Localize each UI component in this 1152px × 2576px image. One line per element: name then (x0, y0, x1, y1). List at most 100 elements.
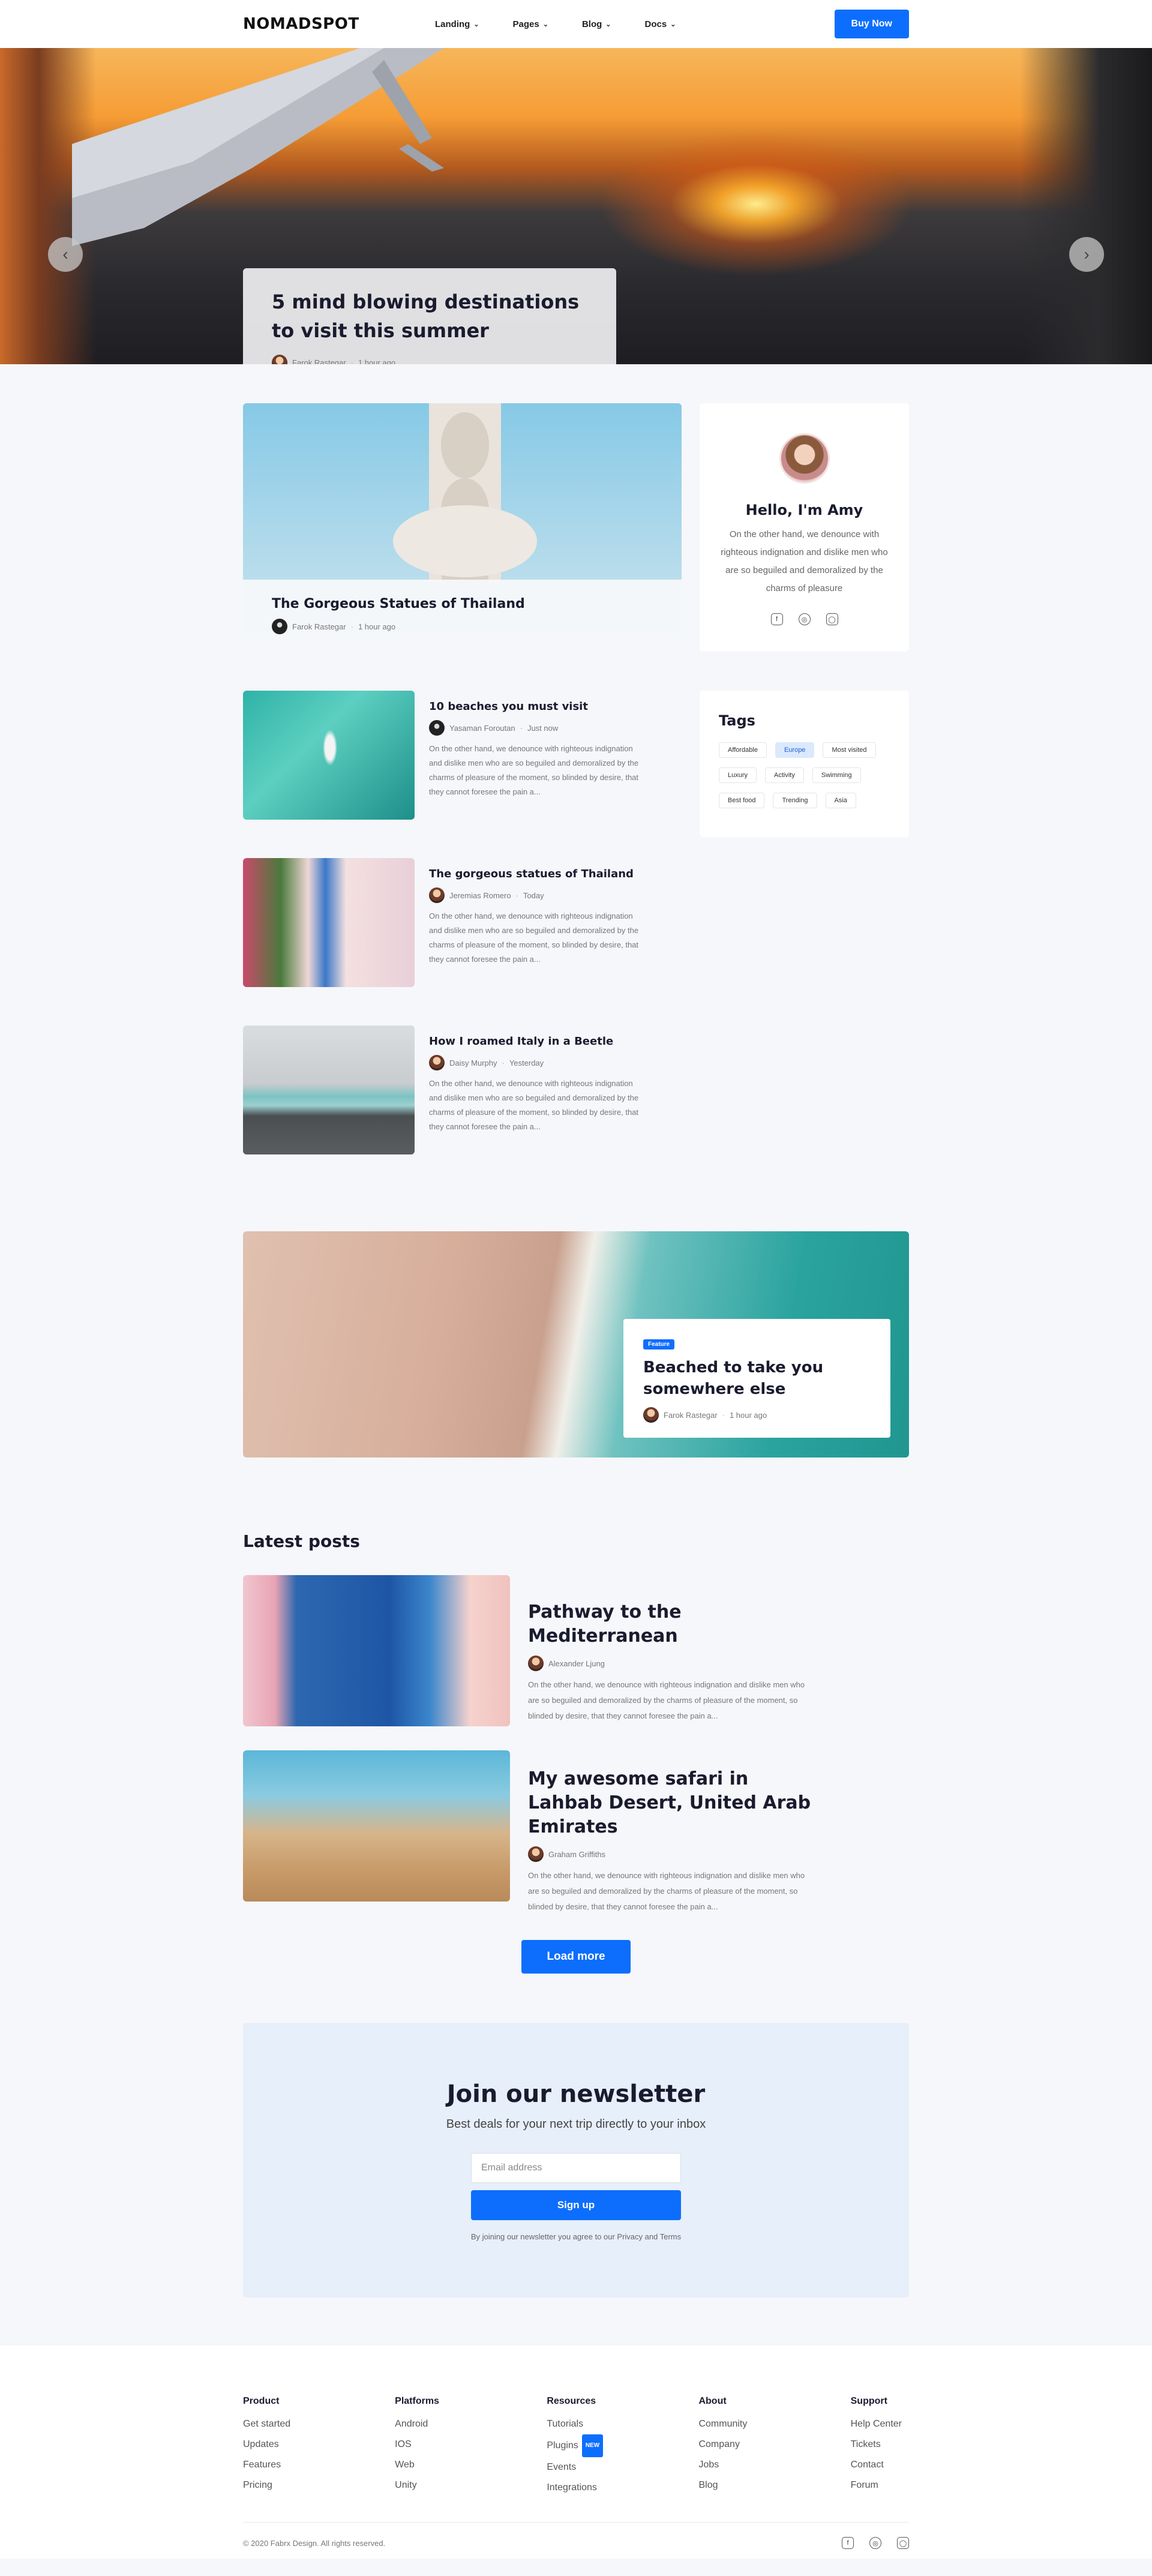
hero-post-title[interactable]: 5 mind blowing destinations to visit thi… (272, 287, 587, 345)
tag-asia[interactable]: Asia (825, 793, 856, 808)
instagram-icon[interactable]: ◯ (897, 2537, 909, 2549)
post-meta: Farok Rastegar · 1 hour ago (272, 619, 653, 634)
feature-post-card: Feature Beached to take you somewhere el… (623, 1319, 890, 1438)
chevron-right-icon[interactable]: › (1069, 237, 1104, 272)
article-thumbnail[interactable] (243, 1025, 415, 1154)
post-title[interactable]: Pathway to the Mediterranean (528, 1600, 816, 1648)
feature-post-title[interactable]: Beached to take you somewhere else (643, 1357, 835, 1400)
list-item[interactable]: 10 beaches you must visit Yasaman Forout… (243, 691, 682, 820)
footer-heading: Platforms (395, 2396, 439, 2406)
tag-best-food[interactable]: Best food (719, 793, 765, 808)
tag-europe[interactable]: Europe (775, 742, 815, 758)
tags-widget: Tags Affordable Europe Most visited Luxu… (700, 691, 909, 837)
post-thumbnail[interactable] (243, 1575, 510, 1726)
dribbble-icon[interactable]: ◎ (869, 2537, 881, 2549)
footer-link[interactable]: Tutorials (547, 2414, 698, 2434)
airplane-wing-image (72, 48, 444, 246)
footer-link[interactable]: Get started (243, 2414, 395, 2434)
footer-link[interactable]: Features (243, 2455, 395, 2475)
nav-blog[interactable]: Blog ⌄ (582, 19, 611, 29)
facebook-icon[interactable]: f (842, 2537, 854, 2549)
nav-label: Landing (435, 19, 470, 29)
new-badge: NEW (581, 2434, 604, 2457)
footer-link[interactable]: Android (395, 2414, 547, 2434)
nav-docs[interactable]: Docs ⌄ (645, 19, 676, 29)
footer-link[interactable]: Contact (851, 2455, 909, 2475)
buy-now-button[interactable]: Buy Now (834, 10, 909, 38)
facebook-icon[interactable]: f (770, 613, 783, 625)
footer-link[interactable]: Forum (851, 2475, 909, 2496)
list-item[interactable]: How I roamed Italy in a Beetle Daisy Mur… (243, 1025, 682, 1154)
tag-swimming[interactable]: Swimming (812, 767, 861, 783)
author-name[interactable]: Farok Rastegar (292, 622, 346, 631)
author-name[interactable]: Farok Rastegar (664, 1411, 718, 1420)
article-thumbnail[interactable] (243, 858, 415, 987)
latest-posts-title: Latest posts (243, 1531, 360, 1551)
footer-link[interactable]: Integrations (547, 2478, 698, 2498)
footer-link[interactable]: Company (698, 2434, 850, 2455)
profile-greeting: Hello, I'm Amy (745, 502, 863, 518)
dribbble-icon[interactable]: ◎ (798, 613, 811, 625)
footer-link[interactable]: Tickets (851, 2434, 909, 2455)
post-thumbnail[interactable] (243, 1750, 510, 1902)
footer-link[interactable]: Web (395, 2455, 547, 2475)
featured-post[interactable]: The Gorgeous Statues of Thailand Farok R… (243, 403, 682, 652)
sign-up-button[interactable]: Sign up (471, 2190, 681, 2220)
footer-column-about: About Community Company Jobs Blog (698, 2396, 850, 2498)
chevron-left-icon[interactable]: ‹ (48, 237, 83, 272)
nav-landing[interactable]: Landing ⌄ (435, 19, 479, 29)
post-meta: Alexander Ljung (528, 1656, 816, 1671)
avatar (429, 887, 445, 903)
featured-post-card: The Gorgeous Statues of Thailand Farok R… (243, 580, 682, 652)
post-title[interactable]: My awesome safari in Lahbab Desert, Unit… (528, 1767, 816, 1839)
author-name[interactable]: Daisy Murphy (449, 1058, 497, 1067)
nav-pages[interactable]: Pages ⌄ (513, 19, 548, 29)
article-title[interactable]: How I roamed Italy in a Beetle (429, 1035, 645, 1048)
tag-affordable[interactable]: Affordable (719, 742, 767, 758)
author-name[interactable]: Yasaman Foroutan (449, 724, 515, 733)
avatar (643, 1407, 659, 1423)
footer-link[interactable]: Events (547, 2457, 698, 2478)
list-item[interactable]: The gorgeous statues of Thailand Jeremia… (243, 858, 682, 987)
featured-post-title[interactable]: The Gorgeous Statues of Thailand (272, 596, 653, 611)
instagram-icon[interactable]: ◯ (826, 613, 838, 625)
avatar (429, 1055, 445, 1070)
hero-post-card[interactable]: 5 mind blowing destinations to visit thi… (243, 268, 616, 364)
footer-column-product: Product Get started Updates Features Pri… (243, 2396, 395, 2498)
author-name[interactable]: Jeremias Romero (449, 891, 511, 900)
tag-list: Affordable Europe Most visited Luxury Ac… (719, 742, 881, 808)
feature-banner[interactable]: Feature Beached to take you somewhere el… (243, 1231, 909, 1458)
post-time: Yesterday (509, 1058, 544, 1067)
main-content: The Gorgeous Statues of Thailand Farok R… (243, 403, 909, 2298)
article-title[interactable]: The gorgeous statues of Thailand (429, 868, 645, 880)
footer-link-label: Plugins (547, 2440, 578, 2451)
site-logo[interactable]: NOMADSPOT (243, 15, 435, 33)
footer-link[interactable]: Updates (243, 2434, 395, 2455)
load-more-button[interactable]: Load more (521, 1940, 631, 1974)
footer-link[interactable]: Blog (698, 2475, 850, 2496)
footer-link-plugins[interactable]: Plugins NEW (547, 2434, 698, 2457)
footer-link[interactable]: Unity (395, 2475, 547, 2496)
footer-link[interactable]: Help Center (851, 2414, 909, 2434)
article-excerpt: On the other hand, we denounce with righ… (429, 911, 639, 964)
tags-title: Tags (719, 712, 755, 729)
footer-link[interactable]: Community (698, 2414, 850, 2434)
author-name[interactable]: Farok Rastegar (292, 358, 346, 365)
tag-luxury[interactable]: Luxury (719, 767, 757, 783)
list-item[interactable]: My awesome safari in Lahbab Desert, Unit… (243, 1750, 909, 1911)
footer-link[interactable]: Jobs (698, 2455, 850, 2475)
article-thumbnail[interactable] (243, 691, 415, 820)
tag-trending[interactable]: Trending (773, 793, 817, 808)
avatar (779, 433, 830, 484)
tag-most-visited[interactable]: Most visited (823, 742, 876, 758)
footer-link[interactable]: Pricing (243, 2475, 395, 2496)
footer-link[interactable]: IOS (395, 2434, 547, 2455)
author-name[interactable]: Alexander Ljung (548, 1659, 605, 1668)
nav-label: Docs (644, 19, 667, 29)
author-name[interactable]: Graham Griffiths (548, 1850, 605, 1859)
list-item[interactable]: Pathway to the Mediterranean Alexander L… (243, 1575, 909, 1726)
tag-activity[interactable]: Activity (765, 767, 804, 783)
newsletter-subtitle: Best deals for your next trip directly t… (446, 2118, 706, 2131)
article-title[interactable]: 10 beaches you must visit (429, 700, 645, 713)
email-field[interactable] (471, 2153, 681, 2183)
